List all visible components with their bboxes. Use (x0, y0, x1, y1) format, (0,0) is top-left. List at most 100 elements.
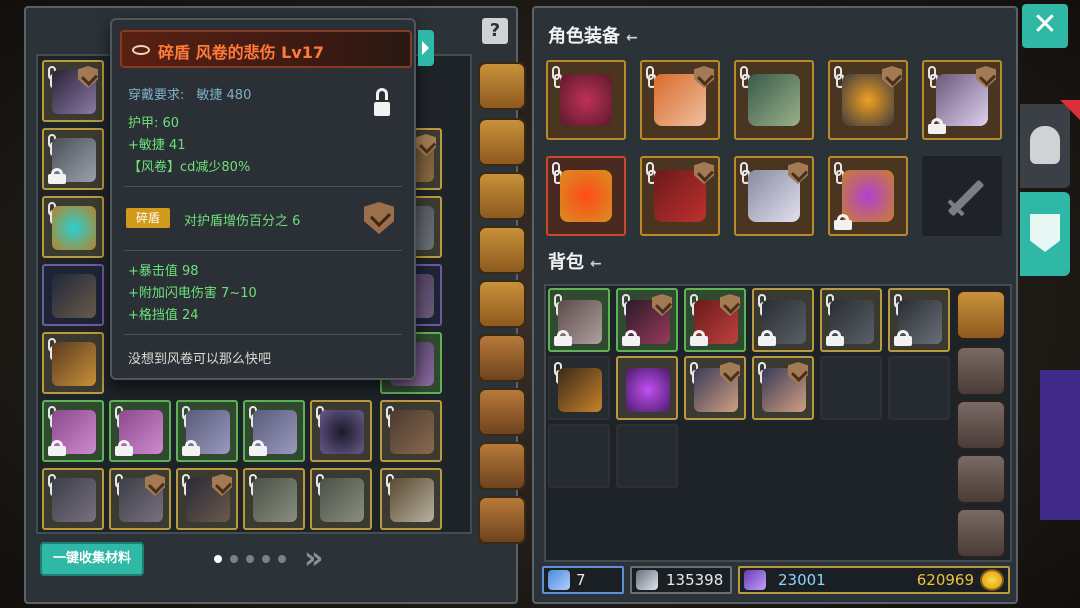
bag-slot[interactable] (548, 356, 610, 420)
chain-icon (646, 162, 656, 184)
page-dot[interactable] (230, 555, 238, 563)
back-arrow-icon[interactable]: ← (590, 256, 602, 272)
bag-icon[interactable] (478, 226, 526, 274)
page-indicator (214, 555, 286, 563)
storage-slot[interactable] (42, 332, 104, 394)
equip-slot-armor[interactable] (640, 60, 720, 140)
lock-icon (249, 440, 267, 456)
storage-slot[interactable] (42, 196, 104, 258)
bag-slot[interactable] (684, 356, 746, 420)
bonus-stat-line: +附加闪电伤害 7~10 (128, 286, 257, 301)
double-chevron-right-icon[interactable]: » (304, 544, 344, 576)
staff-icon (558, 368, 602, 412)
bag-icon[interactable] (478, 118, 526, 166)
bonus-stat-line: +暴击值 98 (128, 264, 199, 279)
lock-icon (115, 440, 133, 456)
bag-slot[interactable] (548, 288, 610, 352)
bag-section-title: 背包 ← (548, 248, 602, 274)
bag-slot[interactable] (752, 288, 814, 352)
storage-slot[interactable] (310, 400, 372, 462)
storage-slot[interactable] (109, 400, 171, 462)
storage-slot[interactable] (42, 400, 104, 462)
lock-icon (182, 440, 200, 456)
equip-slot-boots[interactable] (734, 156, 814, 236)
bag-icon[interactable] (956, 346, 1006, 396)
page-dot[interactable] (278, 555, 286, 563)
bag-slot[interactable] (888, 356, 950, 420)
storage-slot[interactable] (243, 468, 305, 530)
collect-materials-button[interactable]: 一键收集材料 (40, 542, 144, 576)
equip-slot-weapon[interactable] (922, 60, 1002, 140)
bag-icon[interactable] (478, 388, 526, 436)
equip-slot-necklace[interactable] (546, 156, 626, 236)
storage-slot[interactable] (243, 400, 305, 462)
sword-icon (947, 179, 985, 217)
storage-slot[interactable] (109, 468, 171, 530)
bag-icon[interactable] (478, 496, 526, 544)
equip-slot-helmet[interactable] (546, 60, 626, 140)
storage-slot[interactable] (380, 468, 442, 530)
chain-icon (646, 66, 656, 88)
bag-icon[interactable] (478, 280, 526, 328)
bag-slot[interactable] (616, 356, 678, 420)
tab-equipment[interactable] (1020, 192, 1070, 276)
storage-slot[interactable] (310, 468, 372, 530)
storage-slot[interactable] (42, 264, 104, 326)
storage-slot[interactable] (176, 400, 238, 462)
character-panel: 角色装备 ← 背包 ← 7 135398 23001 620969 (532, 6, 1018, 604)
lock-icon (622, 330, 640, 346)
bag-icon[interactable] (478, 62, 526, 110)
chain-icon (740, 66, 750, 88)
bag-icon[interactable] (478, 172, 526, 220)
bag-slot[interactable] (548, 424, 610, 488)
shield-count: 135398 (666, 571, 724, 589)
equip-slot-ring2[interactable] (828, 156, 908, 236)
bag-icon[interactable] (956, 290, 1006, 340)
stat-line: 【风卷】cd减少80% (128, 160, 251, 175)
tooltip-arrow-icon[interactable] (418, 30, 434, 66)
bag-icon[interactable] (956, 400, 1006, 450)
lock-icon (928, 118, 946, 134)
lock-icon (894, 330, 912, 346)
bag-icon[interactable] (478, 334, 526, 382)
bag-slot[interactable] (616, 288, 678, 352)
chestplate-icon (253, 478, 297, 522)
lock-icon (834, 214, 852, 230)
bag-icon[interactable] (956, 508, 1006, 558)
shield-resource: 135398 (630, 566, 732, 594)
requirement: 穿戴要求: 敏捷 480 (128, 84, 251, 103)
storage-slot[interactable] (176, 468, 238, 530)
storage-slot[interactable] (42, 128, 104, 190)
axe-icon (390, 478, 434, 522)
bag-icon[interactable] (956, 454, 1006, 504)
tab-helmet[interactable] (1020, 104, 1070, 188)
close-button[interactable]: ✕ (1022, 4, 1068, 48)
page-dot[interactable] (246, 555, 254, 563)
storage-slot[interactable] (380, 400, 442, 462)
equip-slot-empty-weapon[interactable] (922, 156, 1002, 236)
equip-slot-ring[interactable] (828, 60, 908, 140)
storage-slot[interactable] (42, 468, 104, 530)
flavor-text: 没想到风卷可以那么快吧 (128, 352, 272, 367)
wand-resource: 7 (542, 566, 624, 594)
bag-slot[interactable] (820, 356, 882, 420)
storage-slot[interactable] (42, 60, 104, 122)
bag-slot[interactable] (820, 288, 882, 352)
bag-slot[interactable] (752, 356, 814, 420)
back-arrow-icon[interactable]: ← (626, 30, 638, 46)
wand-count: 7 (576, 571, 586, 589)
bag-slot[interactable] (684, 288, 746, 352)
gold-count: 620969 (916, 571, 974, 589)
item-tooltip: 碎盾 风卷的悲伤 Lv17 穿戴要求: 敏捷 480 护甲: 60 +敏捷 41 … (110, 18, 416, 380)
bag-slot[interactable] (888, 288, 950, 352)
equip-slot-gloves[interactable] (640, 156, 720, 236)
page-dot[interactable] (214, 555, 222, 563)
lock-icon[interactable] (374, 88, 390, 116)
question-icon[interactable]: ? (482, 18, 508, 44)
bag-icon[interactable] (478, 442, 526, 490)
bag-slot[interactable] (616, 424, 678, 488)
background-edge (1040, 370, 1080, 520)
divider (124, 334, 402, 335)
page-dot[interactable] (262, 555, 270, 563)
equip-slot-cloak[interactable] (734, 60, 814, 140)
